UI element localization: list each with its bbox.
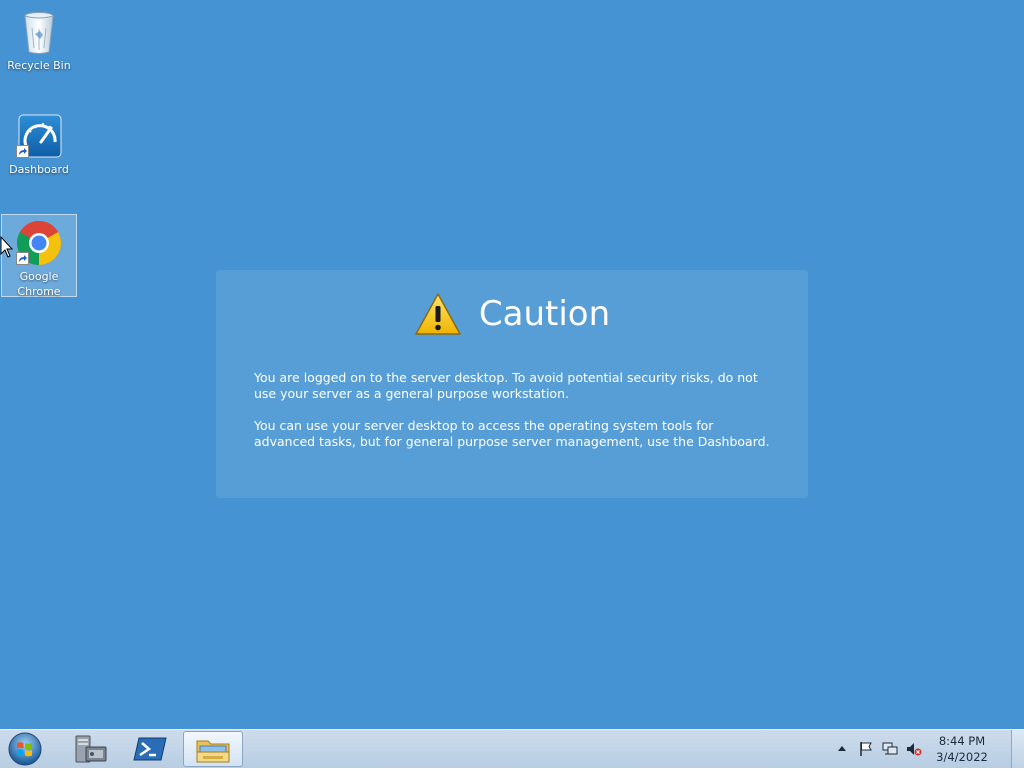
powershell-icon [133, 737, 167, 761]
caution-panel: Caution You are logged on to the server … [216, 270, 808, 498]
desktop-icon-label: Dashboard [9, 163, 69, 176]
server-manager-icon [75, 735, 107, 763]
system-tray: 8:44 PM 3/4/2022 [810, 730, 1010, 768]
taskbar-powershell-button[interactable] [122, 731, 178, 767]
file-explorer-icon [196, 740, 230, 763]
taskbar-file-explorer-button[interactable] [183, 731, 243, 767]
warning-icon [414, 292, 462, 336]
desktop-icon-dashboard[interactable]: Dashboard [1, 108, 77, 180]
show-hidden-icons-icon[interactable] [834, 741, 850, 757]
chrome-icon [15, 219, 63, 267]
show-desktop-button[interactable] [1011, 730, 1024, 768]
dashboard-icon [15, 112, 63, 160]
caution-paragraph-1: You are logged on to the server desktop.… [254, 370, 758, 401]
shortcut-arrow-icon [16, 252, 29, 265]
action-center-flag-icon[interactable] [858, 741, 874, 757]
start-button[interactable] [6, 732, 44, 766]
desktop[interactable]: Recycle Bin Dashboard Google Chrome Caut… [0, 0, 1024, 729]
taskbar-clock[interactable]: 8:44 PM 3/4/2022 [926, 733, 998, 765]
volume-muted-icon[interactable] [906, 741, 922, 757]
desktop-icon-label: Google Chrome [17, 270, 61, 298]
desktop-icon-label: Recycle Bin [7, 59, 71, 72]
caution-title: Caution [478, 294, 611, 334]
network-icon[interactable] [882, 741, 898, 757]
start-orb-icon [8, 732, 42, 766]
caution-header: Caution [216, 292, 808, 342]
clock-date: 3/4/2022 [936, 750, 988, 764]
recycle-bin-icon [15, 8, 63, 56]
shortcut-arrow-icon [16, 145, 29, 158]
clock-time: 8:44 PM [938, 734, 986, 748]
taskbar: 8:44 PM 3/4/2022 [0, 729, 1024, 768]
desktop-icon-recycle-bin[interactable]: Recycle Bin [1, 4, 77, 76]
caution-paragraph-2: You can use your server desktop to acces… [254, 418, 770, 449]
mouse-cursor-icon [0, 235, 14, 260]
taskbar-server-manager-button[interactable] [62, 731, 118, 767]
